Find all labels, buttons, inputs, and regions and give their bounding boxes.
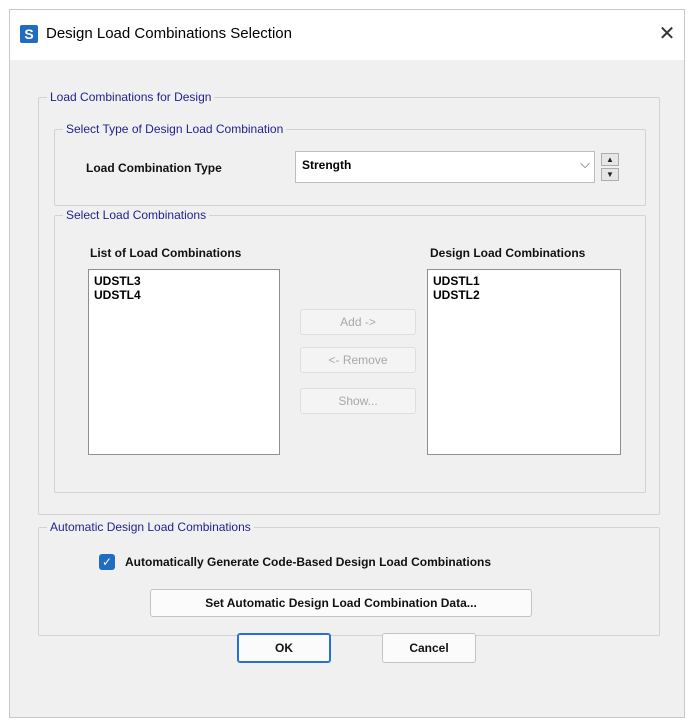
load-combination-type-value: Strength: [302, 158, 352, 172]
load-combinations-for-design-legend: Load Combinations for Design: [50, 90, 212, 104]
title-bar[interactable]: S Design Load Combinations Selection ✕: [10, 10, 684, 60]
spin-down-icon[interactable]: ▼: [601, 168, 619, 181]
ok-button[interactable]: OK: [237, 633, 331, 663]
show-button[interactable]: Show...: [300, 388, 416, 414]
cancel-button[interactable]: Cancel: [382, 633, 476, 663]
auto-generate-label[interactable]: Automatically Generate Code-Based Design…: [125, 555, 491, 569]
spin-up-icon[interactable]: ▲: [601, 153, 619, 166]
list-item[interactable]: UDSTL1: [433, 274, 615, 288]
close-icon[interactable]: ✕: [654, 22, 680, 48]
load-combination-type-dropdown[interactable]: Strength ⌵: [295, 151, 595, 183]
list-item[interactable]: UDSTL3: [94, 274, 274, 288]
load-combinations-listbox[interactable]: UDSTL3 UDSTL4: [88, 269, 280, 455]
add-button[interactable]: Add ->: [300, 309, 416, 335]
dialog-title: Design Load Combinations Selection: [46, 25, 292, 42]
list-of-load-combinations-label: List of Load Combinations: [90, 246, 242, 260]
design-load-combinations-label: Design Load Combinations: [430, 246, 586, 260]
automatic-design-load-combinations-legend: Automatic Design Load Combinations: [50, 520, 251, 534]
app-logo-icon: S: [20, 25, 38, 43]
remove-button[interactable]: <- Remove: [300, 347, 416, 373]
type-spinner[interactable]: ▲ ▼: [601, 153, 619, 181]
list-item[interactable]: UDSTL4: [94, 288, 274, 302]
list-item[interactable]: UDSTL2: [433, 288, 615, 302]
design-load-combination-type-legend: Select Type of Design Load Combination: [66, 122, 284, 136]
load-combination-type-label: Load Combination Type: [86, 161, 222, 175]
automatic-design-load-combinations-group: Automatic Design Load Combinations: [38, 520, 660, 636]
design-load-combinations-listbox[interactable]: UDSTL1 UDSTL2: [427, 269, 621, 455]
chevron-down-icon: ⌵: [580, 156, 590, 171]
select-load-combinations-legend: Select Load Combinations: [66, 208, 207, 222]
dialog-window: S Design Load Combinations Selection ✕ L…: [9, 9, 685, 718]
set-automatic-data-button[interactable]: Set Automatic Design Load Combination Da…: [150, 589, 532, 617]
auto-generate-checkbox[interactable]: ✓: [99, 554, 115, 570]
